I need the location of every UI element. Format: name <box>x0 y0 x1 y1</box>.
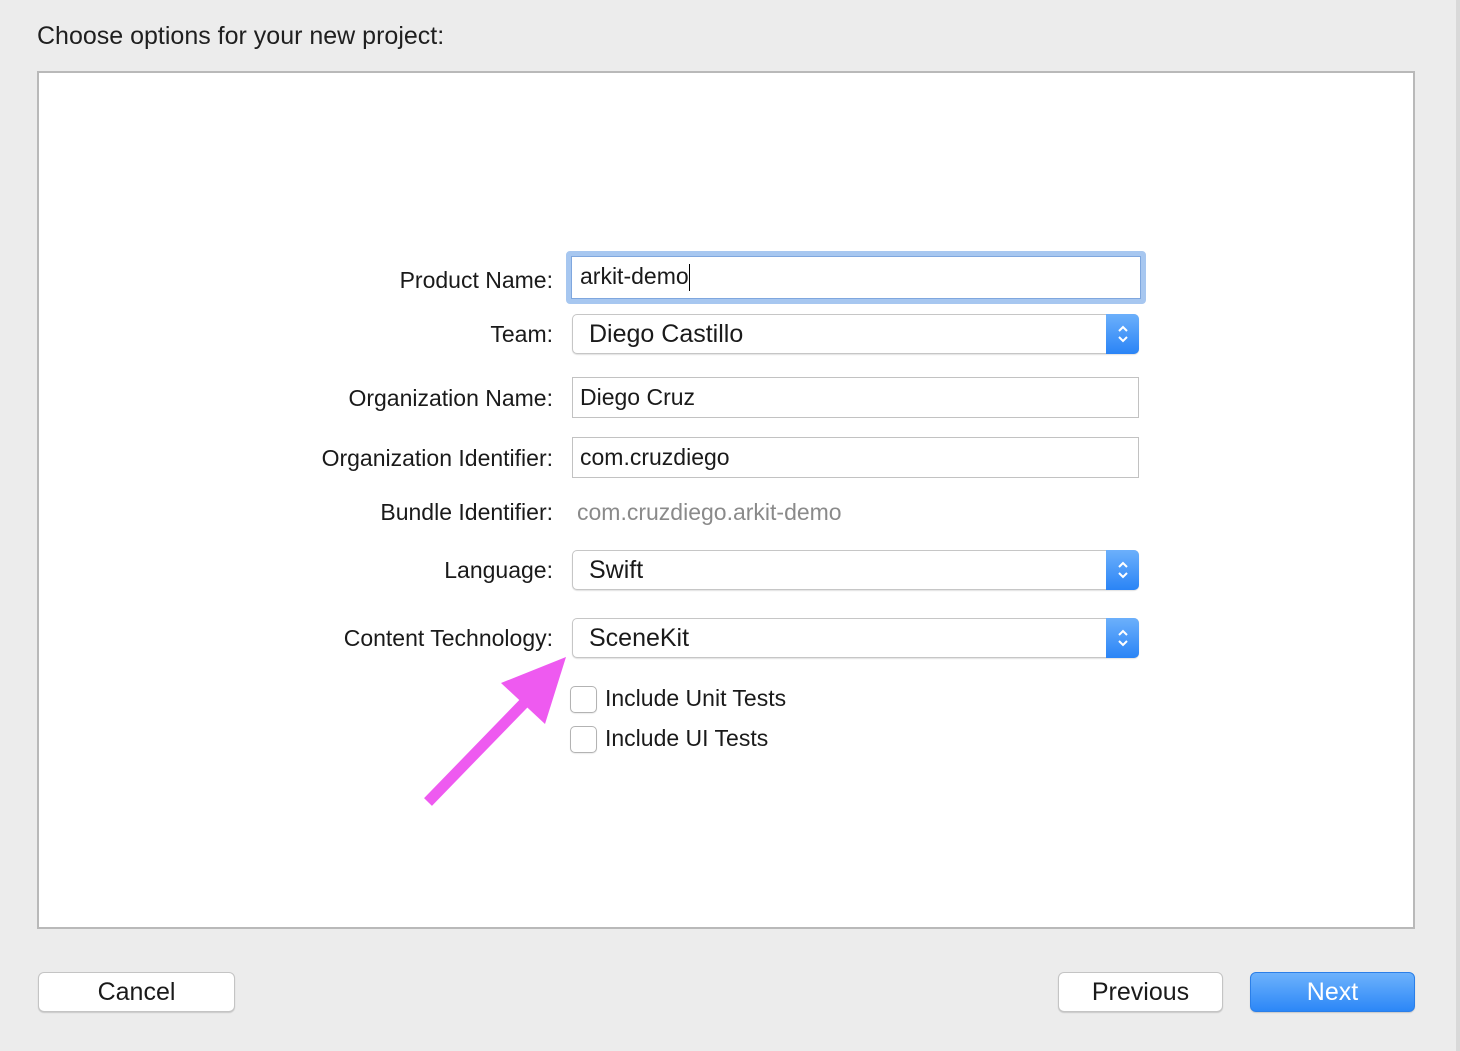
cancel-button[interactable]: Cancel <box>38 972 235 1012</box>
previous-button[interactable]: Previous <box>1058 972 1223 1012</box>
arrow-annotation-icon <box>424 657 566 806</box>
next-button[interactable]: Next <box>1250 972 1415 1012</box>
